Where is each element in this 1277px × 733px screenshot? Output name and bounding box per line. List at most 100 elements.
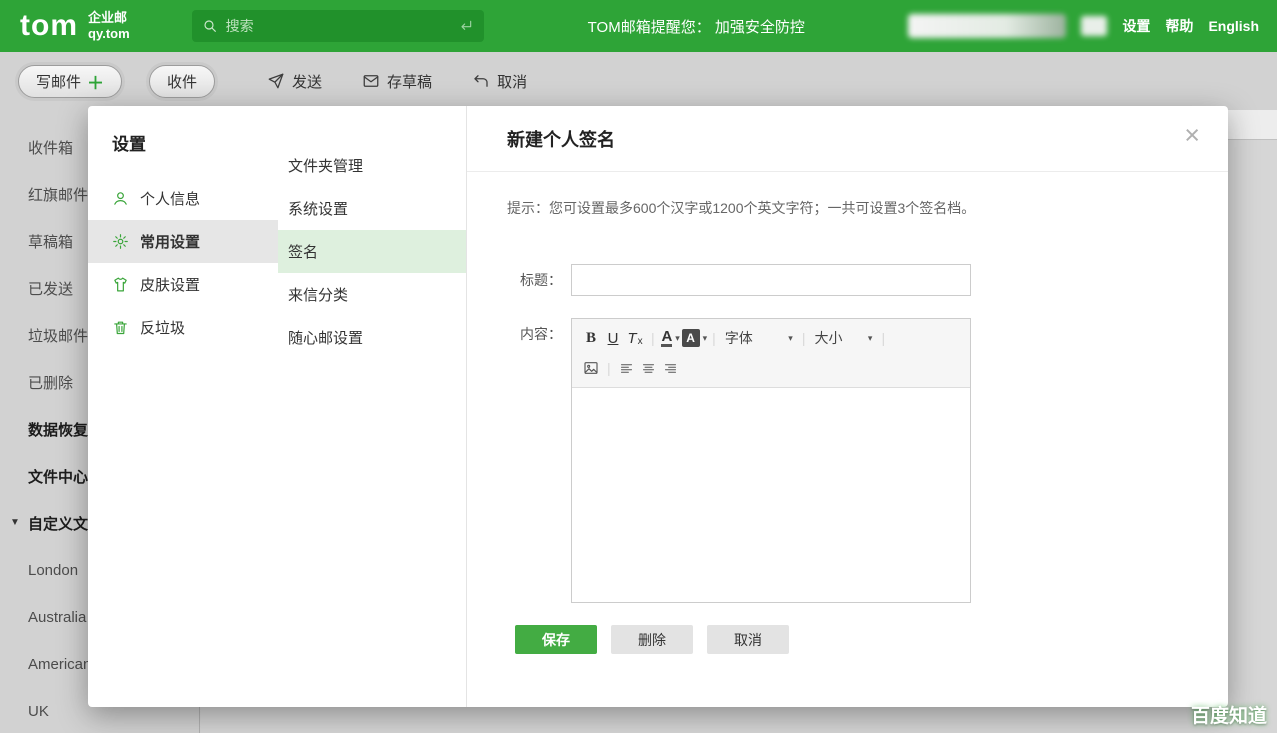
toolbar-separator: | xyxy=(712,330,716,346)
signature-form: 标题： 内容： B U Tx | A▾ A▾ | xyxy=(507,264,1228,654)
trash-icon xyxy=(112,319,129,336)
title-label: 标题： xyxy=(507,264,571,296)
account-blurred-small xyxy=(1081,16,1107,36)
subnav-item-signature[interactable]: 签名 xyxy=(278,230,466,273)
sidebar-item-label: 已删除 xyxy=(28,372,73,393)
editor-toolbar: B U Tx | A▾ A▾ | 字体▾ | 大小▾ | xyxy=(572,319,970,388)
subnav-item-system-settings[interactable]: 系统设置 xyxy=(278,187,466,230)
subnav-item-mail-classification[interactable]: 来信分类 xyxy=(278,273,466,316)
toolbar-separator: | xyxy=(607,360,611,376)
settings-link[interactable]: 设置 xyxy=(1122,16,1150,36)
clear-format-button[interactable]: Tx xyxy=(624,326,646,350)
sidebar-item-label: 文件中心 xyxy=(28,466,88,487)
settings-title: 设置 xyxy=(88,130,278,155)
save-draft-label: 存草稿 xyxy=(387,71,432,92)
sidebar-item-label: UK xyxy=(28,703,49,720)
rich-text-editor: B U Tx | A▾ A▾ | 字体▾ | 大小▾ | xyxy=(571,318,971,603)
english-link[interactable]: English xyxy=(1208,18,1259,34)
baidu-zhidao-watermark: 百度知道 xyxy=(1191,701,1267,728)
underline-button[interactable]: U xyxy=(602,326,624,350)
signature-title-input[interactable] xyxy=(571,264,971,296)
enter-icon xyxy=(458,18,474,34)
align-left-button[interactable] xyxy=(616,356,638,380)
sidebar-item-label: 收件箱 xyxy=(28,137,73,158)
insert-image-button[interactable] xyxy=(580,356,602,380)
chevron-down-icon: ▾ xyxy=(675,333,680,344)
sidebar-item-label: 已发送 xyxy=(28,278,73,299)
cancel-button[interactable]: 取消 xyxy=(472,71,527,92)
help-link[interactable]: 帮助 xyxy=(1165,16,1193,36)
align-center-button[interactable] xyxy=(638,356,660,380)
nav-item-label: 个人信息 xyxy=(140,188,200,209)
nav-item-common-settings[interactable]: 常用设置 xyxy=(88,220,278,263)
clear-format-glyph: T xyxy=(627,330,636,347)
bg-color-button[interactable]: A▾ xyxy=(682,326,708,350)
page-title: 新建个人签名 xyxy=(507,126,615,152)
search-icon xyxy=(202,18,218,34)
editor-toolbar-row2: | xyxy=(580,353,962,383)
font-family-select[interactable]: 字体▾ xyxy=(721,328,797,348)
font-color-button[interactable]: A▾ xyxy=(660,326,682,350)
nav-item-anti-spam[interactable]: 反垃圾 xyxy=(88,306,278,349)
chevron-down-icon[interactable]: ▼ xyxy=(10,517,20,528)
compose-label: 写邮件 xyxy=(36,71,81,92)
nav-item-label: 常用设置 xyxy=(140,231,200,252)
nav-item-label: 反垃圾 xyxy=(140,317,185,338)
subnav-item-folder-management[interactable]: 文件夹管理 xyxy=(278,144,466,187)
toolbar-separator: | xyxy=(881,330,885,346)
save-button[interactable]: 保存 xyxy=(515,625,597,654)
toolbar-actions: 发送 存草稿 取消 xyxy=(267,71,527,92)
signature-panel: 新建个人签名 × 提示：您可设置最多600个汉字或1200个英文字符；一共可设置… xyxy=(467,106,1228,707)
chevron-down-icon: ▾ xyxy=(788,333,793,344)
send-button[interactable]: 发送 xyxy=(267,71,322,92)
align-right-button[interactable] xyxy=(660,356,682,380)
brand-line2: qy.tom xyxy=(88,26,130,42)
signature-content-area[interactable] xyxy=(572,388,970,602)
title-row: 标题： xyxy=(507,264,1228,296)
sidebar-item-label: Australia xyxy=(28,609,86,626)
cancel-label: 取消 xyxy=(497,71,527,92)
subnav-item-suixin-mail[interactable]: 随心邮设置 xyxy=(278,316,466,359)
plus-icon: ＋ xyxy=(87,69,104,94)
sidebar-item-label: 草稿箱 xyxy=(28,231,73,252)
save-draft-button[interactable]: 存草稿 xyxy=(362,71,432,92)
compose-button[interactable]: 写邮件 ＋ xyxy=(18,65,122,98)
chevron-down-icon: ▾ xyxy=(868,333,873,344)
brand-line1: 企业邮 xyxy=(88,10,130,26)
font-size-value: 大小 xyxy=(814,328,842,348)
nav-item-personal-info[interactable]: 个人信息 xyxy=(88,177,278,220)
gear-icon xyxy=(112,233,129,250)
settings-nav-panel: 设置 个人信息 常用设置 皮肤设置 反垃圾 xyxy=(88,106,278,707)
sidebar-item-label: American xyxy=(28,656,91,673)
topbar-right: 设置 帮助 English xyxy=(908,14,1277,38)
search-input[interactable] xyxy=(226,18,458,34)
clear-format-sub: x xyxy=(638,336,643,347)
delete-button[interactable]: 删除 xyxy=(611,625,693,654)
draft-envelope-icon xyxy=(362,72,380,90)
font-size-select[interactable]: 大小 ▾ xyxy=(810,328,876,348)
account-blurred[interactable] xyxy=(908,14,1066,38)
content-label: 内容： xyxy=(507,318,571,603)
content-row: 内容： B U Tx | A▾ A▾ | 字体▾ | xyxy=(507,318,1228,603)
font-color-glyph: A xyxy=(661,329,672,348)
bg-color-glyph: A xyxy=(682,329,700,347)
search-box[interactable] xyxy=(192,10,484,42)
settings-modal: 设置 个人信息 常用设置 皮肤设置 反垃圾 文件夹管理 xyxy=(88,106,1228,707)
nav-item-label: 皮肤设置 xyxy=(140,274,200,295)
topbar: tom 企业邮 qy.tom TOM邮箱提醒您： 加强安全防控 设置 帮助 En… xyxy=(0,0,1277,52)
nav-item-skin-settings[interactable]: 皮肤设置 xyxy=(88,263,278,306)
receive-label: 收件 xyxy=(167,71,197,92)
tom-logo: tom xyxy=(20,9,78,43)
settings-subnav-panel: 文件夹管理 系统设置 签名 来信分类 随心邮设置 xyxy=(278,106,467,707)
chevron-down-icon: ▾ xyxy=(703,333,708,344)
send-icon xyxy=(267,72,285,90)
receive-button[interactable]: 收件 xyxy=(149,65,215,98)
form-buttons: 保存 删除 取消 xyxy=(515,625,1228,654)
mail-toolbar: 写邮件 ＋ 收件 发送 存草稿 取消 xyxy=(0,52,1277,110)
cancel-form-button[interactable]: 取消 xyxy=(707,625,789,654)
shirt-icon xyxy=(112,276,129,293)
close-icon[interactable]: × xyxy=(1184,122,1200,149)
brand-block: 企业邮 qy.tom xyxy=(88,10,130,41)
toolbar-separator: | xyxy=(802,330,806,346)
bold-button[interactable]: B xyxy=(580,326,602,350)
